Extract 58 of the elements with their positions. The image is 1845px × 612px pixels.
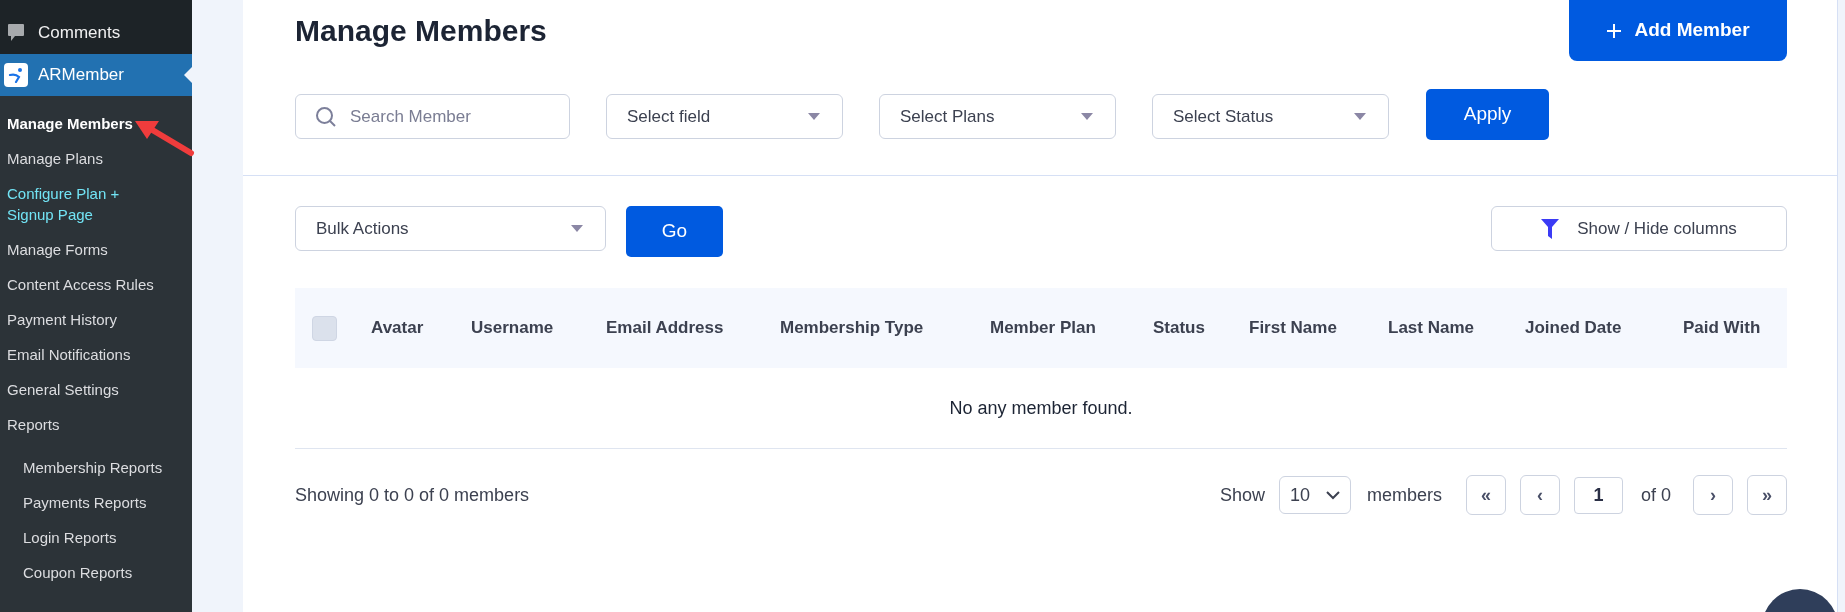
submenu-item[interactable]: Coupon Reports — [0, 555, 192, 590]
empty-table-message: No any member found. — [949, 396, 1133, 420]
apply-button[interactable]: Apply — [1426, 89, 1549, 140]
add-member-button[interactable]: Add Member — [1569, 0, 1787, 61]
annotation-arrow — [133, 118, 195, 158]
page-count: of 0 — [1640, 483, 1671, 507]
column-header[interactable]: First Name — [1249, 318, 1337, 338]
column-header[interactable]: Member Plan — [990, 318, 1096, 338]
show-label: Show — [1219, 483, 1265, 507]
first-page-button[interactable]: « — [1465, 475, 1506, 515]
chevron-down-icon — [1325, 490, 1340, 500]
submenu-item[interactable]: Email Notifications — [0, 337, 192, 372]
submenu-item[interactable]: Manage Members — [0, 106, 192, 141]
show-hide-columns-button[interactable]: Show / Hide columns — [1491, 206, 1787, 251]
search-icon — [315, 106, 337, 128]
dropdown-triangle-icon — [1354, 113, 1366, 120]
sidebar-item[interactable]: Comments — [0, 12, 192, 54]
plugin-logo-icon — [4, 63, 28, 87]
column-header[interactable]: Email Address — [606, 318, 724, 338]
submenu-item[interactable]: Manage Forms — [0, 232, 192, 267]
column-header[interactable]: Last Name — [1388, 318, 1474, 338]
dropdown-triangle-icon — [1081, 113, 1093, 120]
column-header[interactable]: Status — [1153, 318, 1205, 338]
submenu-item[interactable]: Payments Reports — [0, 485, 192, 520]
dropdown-triangle-icon — [808, 113, 820, 120]
bulk-actions-dropdown[interactable]: Bulk Actions — [295, 206, 606, 251]
page-number-field[interactable]: 1 — [1573, 476, 1623, 514]
members-label: members — [1366, 483, 1442, 507]
page-title: Manage Members — [295, 13, 547, 49]
column-header[interactable]: Paid With — [1683, 318, 1761, 338]
submenu-item[interactable]: Content Access Rules — [0, 267, 192, 302]
column-header[interactable]: Joined Date — [1525, 318, 1622, 338]
column-header[interactable]: Username — [471, 318, 554, 338]
submenu-item[interactable]: Manage Plans — [0, 141, 192, 176]
per-page-dropdown[interactable]: 10 — [1278, 476, 1351, 514]
previous-page-button[interactable]: ‹ — [1519, 475, 1560, 515]
go-button[interactable]: Go — [626, 206, 723, 257]
last-page-button[interactable]: » — [1747, 475, 1787, 515]
submenu-item[interactable]: Configure Plan + Signup Page — [0, 176, 192, 232]
submenu-item[interactable]: General Settings — [0, 372, 192, 407]
filter-icon — [1541, 218, 1560, 239]
filter-dropdown[interactable]: Select Plans — [879, 94, 1116, 139]
submenu-item[interactable]: Login Reports — [0, 520, 192, 555]
filter-dropdown[interactable]: Select field — [606, 94, 843, 139]
filter-dropdown[interactable]: Select Status — [1152, 94, 1389, 139]
menu-pointer-icon — [184, 67, 192, 83]
select-all-checkbox[interactable] — [312, 315, 337, 341]
dropdown-triangle-icon — [571, 225, 583, 232]
column-header[interactable]: Avatar — [371, 318, 424, 338]
column-header[interactable]: Membership Type — [780, 318, 924, 338]
submenu-item[interactable]: Payment History — [0, 302, 192, 337]
results-summary: Showing 0 to 0 of 0 members — [295, 483, 530, 507]
search-field[interactable]: Search Member — [295, 94, 570, 139]
submenu-item[interactable]: Membership Reports — [0, 450, 192, 485]
sidebar-item[interactable]: ARMember — [0, 54, 192, 96]
next-page-button[interactable]: › — [1693, 475, 1733, 515]
submenu-item[interactable]: Reports — [0, 407, 192, 442]
plus-icon — [1606, 22, 1623, 39]
